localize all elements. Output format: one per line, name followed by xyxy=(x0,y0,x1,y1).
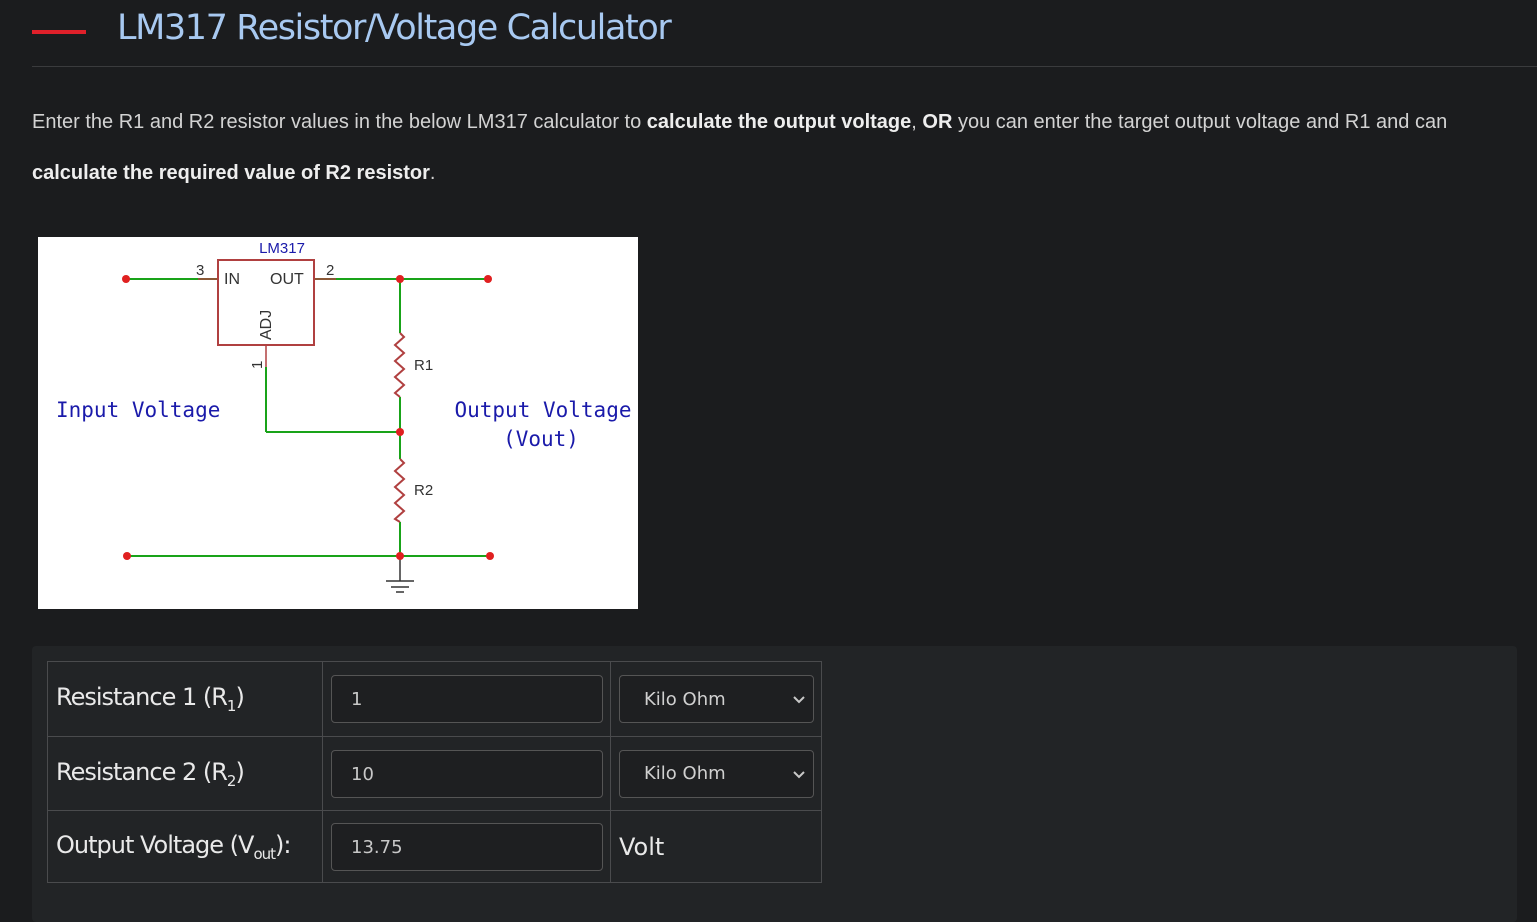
vout-unit-label: Volt xyxy=(619,832,665,861)
r1-input[interactable]: 1 xyxy=(331,675,603,723)
r2-unit-value: Kilo Ohm xyxy=(644,763,726,784)
r2-input[interactable]: 10 xyxy=(331,749,603,798)
resistor-r2 xyxy=(393,458,406,523)
vout-label-sub: out xyxy=(253,844,276,863)
resistor-r1 xyxy=(393,332,406,398)
vout-input-cell: 13.75 xyxy=(322,810,611,883)
intro-text: . xyxy=(429,162,436,184)
r2-row: Resistance 2 (R2) 10 Kilo Ohm xyxy=(47,736,822,811)
pin-1-number: 1 xyxy=(249,361,266,369)
r2-label: R2 xyxy=(414,482,433,499)
vout-input[interactable]: 13.75 xyxy=(331,822,603,871)
vout-unit-cell: Volt xyxy=(610,810,822,883)
output-vout-label: (Vout) xyxy=(503,427,579,451)
r1-input-cell: 1 xyxy=(322,661,611,737)
pin-in-label: IN xyxy=(224,271,240,288)
r2-label: Resistance 2 (R2) xyxy=(47,736,323,811)
r2-unit-select[interactable]: Kilo Ohm xyxy=(619,749,814,798)
r1-unit-cell: Kilo Ohm xyxy=(610,661,822,737)
intro-text: , xyxy=(911,111,923,133)
intro-emphasis: calculate the output voltage xyxy=(646,111,912,133)
intro-paragraph: Enter the R1 and R2 resistor values in t… xyxy=(32,97,1532,199)
intro-emphasis: OR xyxy=(922,111,953,133)
r1-label-close: ) xyxy=(235,683,244,712)
r1-label: Resistance 1 (R1) xyxy=(47,661,323,737)
input-voltage-label: Input Voltage xyxy=(56,398,220,422)
intro-text: you can enter the target output voltage … xyxy=(952,111,1448,133)
vout-row: Output Voltage (Vout): 13.75 Volt xyxy=(47,810,822,883)
title-divider xyxy=(32,66,1537,67)
vout-label-text: Output Voltage (V xyxy=(56,830,254,859)
title-accent-bar xyxy=(32,30,86,34)
r1-label-text: Resistance 1 (R xyxy=(56,683,228,712)
r1-row: Resistance 1 (R1) 1 Kilo Ohm xyxy=(47,661,822,737)
lm317-schematic: LM317 IN OUT ADJ 3 2 1 R1 R2 Input Volta… xyxy=(38,237,638,609)
intro-emphasis: calculate the required value of R2 resis… xyxy=(32,162,430,184)
chevron-down-icon xyxy=(793,770,805,778)
r2-unit-cell: Kilo Ohm xyxy=(610,736,822,811)
chip-label: LM317 xyxy=(259,240,305,257)
r2-label-text: Resistance 2 (R xyxy=(56,757,228,786)
r2-label-close: ) xyxy=(235,757,244,786)
r2-input-cell: 10 xyxy=(322,736,611,811)
output-voltage-label: Output Voltage xyxy=(454,398,631,422)
pin-3-number: 3 xyxy=(196,262,204,279)
r1-label: R1 xyxy=(414,357,433,374)
pin-2-number: 2 xyxy=(326,262,334,279)
vout-label: Output Voltage (Vout): xyxy=(47,810,323,883)
page-title: LM317 Resistor/Voltage Calculator xyxy=(117,8,672,48)
pin-adj-label: ADJ xyxy=(258,310,275,340)
chevron-down-icon xyxy=(793,696,805,704)
ground-symbol xyxy=(386,556,414,593)
pin-out-label: OUT xyxy=(270,271,304,288)
intro-text: Enter the R1 and R2 resistor values in t… xyxy=(32,111,647,133)
r1-unit-value: Kilo Ohm xyxy=(644,688,726,710)
vout-label-close: ): xyxy=(275,830,291,859)
calculator-table: Resistance 1 (R1) 1 Kilo Ohm Resistance … xyxy=(47,661,822,883)
r1-unit-select[interactable]: Kilo Ohm xyxy=(619,675,814,723)
